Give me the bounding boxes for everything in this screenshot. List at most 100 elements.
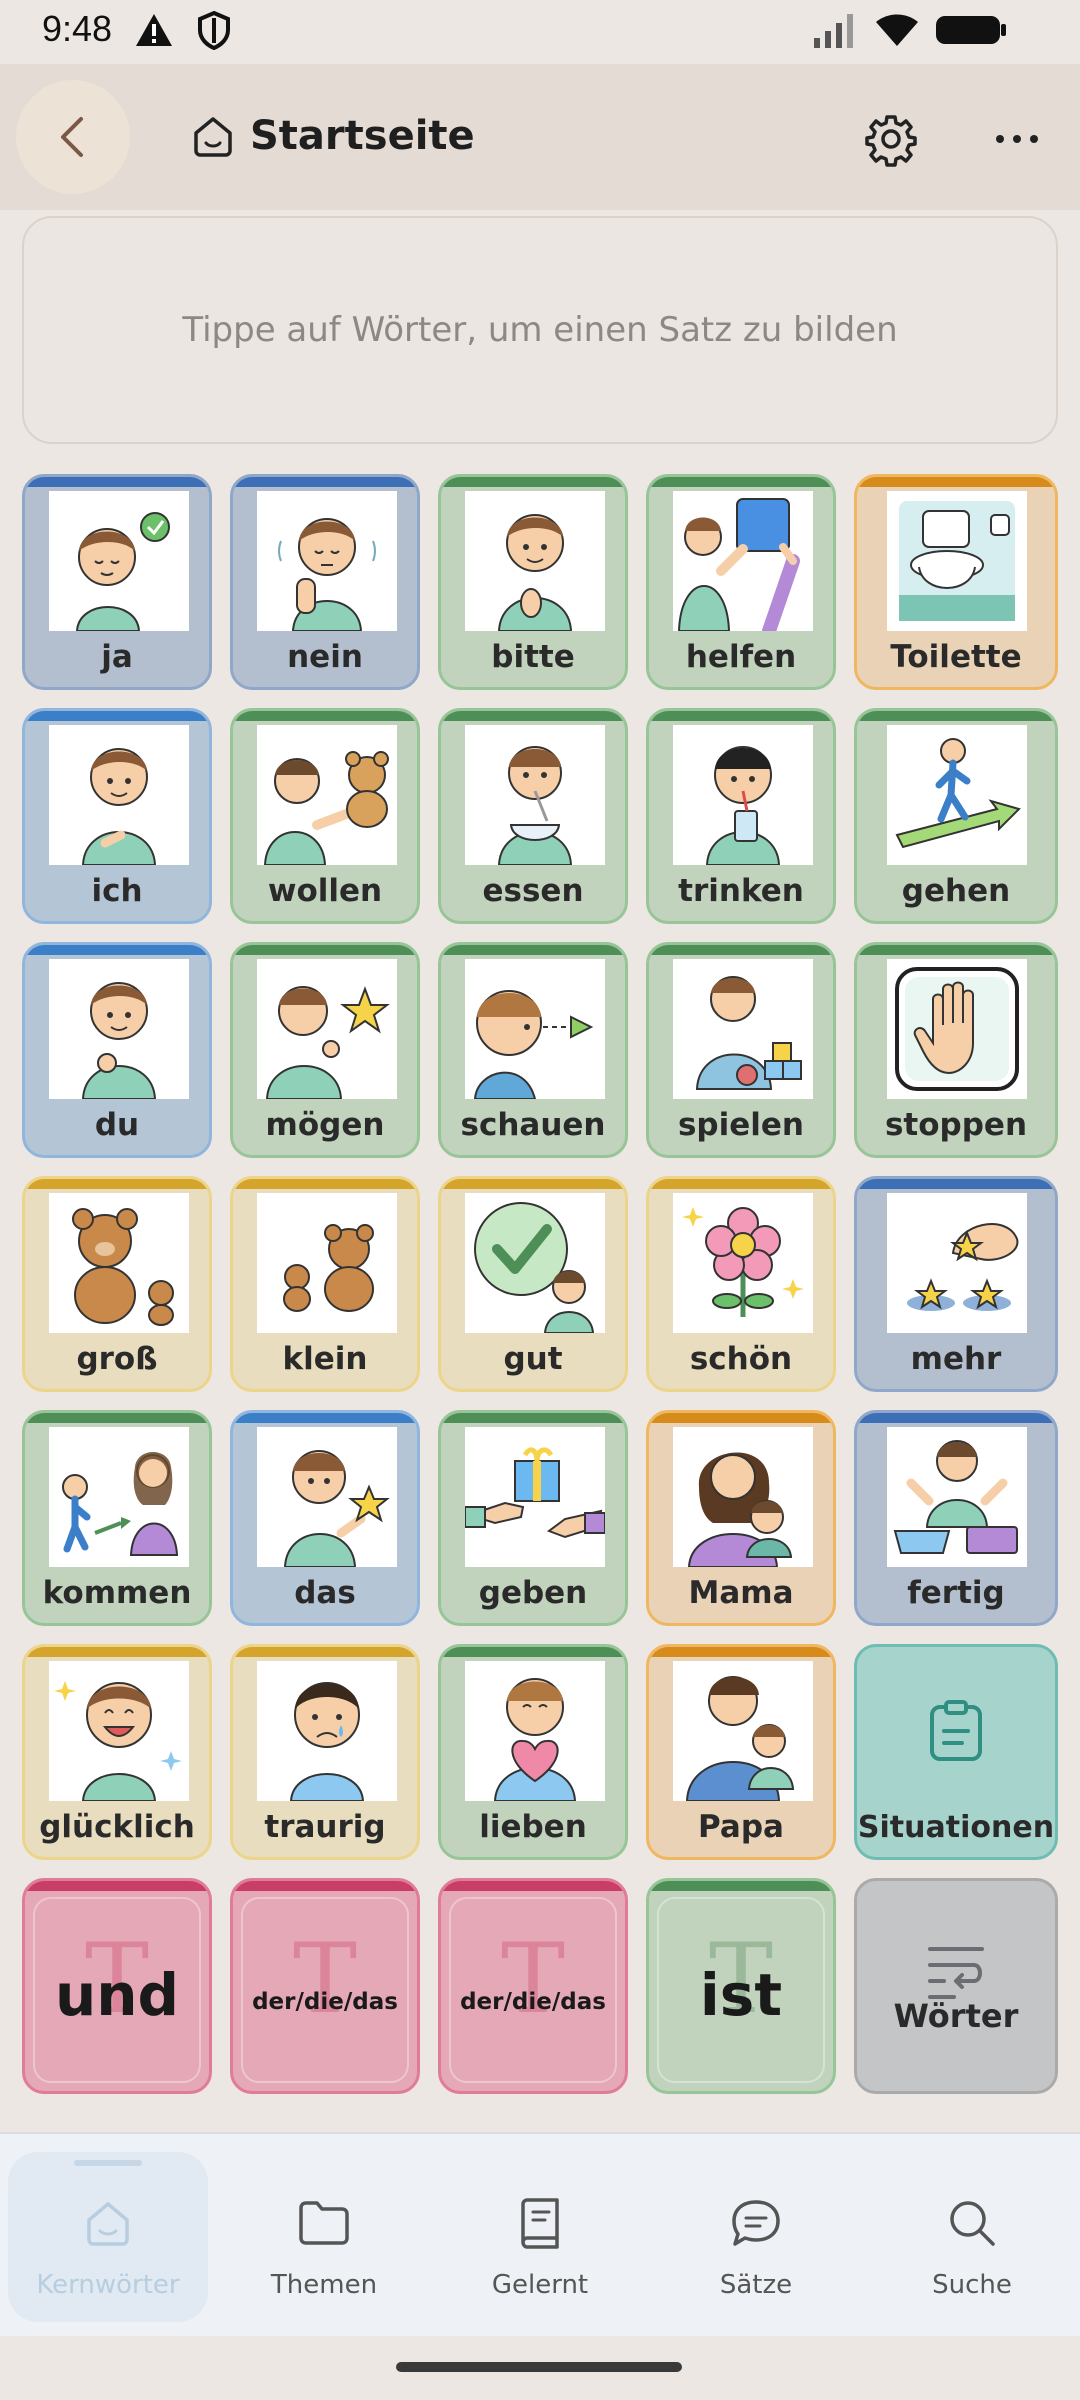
woerter-button[interactable]: Wörter bbox=[854, 1878, 1058, 2094]
nav-gelernt[interactable]: Gelernt bbox=[440, 2152, 640, 2322]
tile-label: bitte bbox=[491, 639, 575, 675]
tile-label: trinken bbox=[678, 873, 804, 909]
pictogram-schauen bbox=[465, 959, 605, 1100]
pictogram-kommen bbox=[49, 1427, 189, 1567]
tile-label: wollen bbox=[267, 873, 383, 909]
word-tile-schoen[interactable]: schön bbox=[646, 1176, 836, 1392]
bottom-navigation: Kernwörter Themen Gelernt Sätze Suche bbox=[0, 2132, 1080, 2336]
tile-label: gehen bbox=[901, 873, 1011, 909]
pictogram-stoppen bbox=[887, 959, 1027, 1099]
nav-suche[interactable]: Suche bbox=[872, 2152, 1072, 2322]
tile-label: fertig bbox=[907, 1575, 1005, 1611]
word-tile-lieben[interactable]: lieben bbox=[438, 1644, 628, 1860]
sad-child-icon bbox=[289, 1682, 365, 1802]
status-bar: 9:48 bbox=[0, 0, 1080, 64]
toilet-icon bbox=[899, 501, 1015, 621]
nav-saetze[interactable]: Sätze bbox=[656, 2152, 856, 2322]
tile-label: und bbox=[54, 1961, 180, 2029]
word-tile-schauen[interactable]: schauen bbox=[438, 942, 628, 1158]
word-tile-geben[interactable]: geben bbox=[438, 1410, 628, 1626]
nav-label: Sätze bbox=[719, 2270, 793, 2300]
more-options-button[interactable] bbox=[982, 104, 1052, 174]
tile-label: Situationen bbox=[857, 1810, 1055, 1845]
nav-kernwoerter[interactable]: Kernwörter bbox=[8, 2152, 208, 2322]
pictogram-gehen bbox=[887, 725, 1027, 865]
father-hugging-icon bbox=[685, 1676, 795, 1802]
status-time: 9:48 bbox=[42, 8, 113, 49]
word-tile-gluecklich[interactable]: glücklich bbox=[22, 1644, 212, 1860]
word-tile-gehen[interactable]: gehen bbox=[854, 708, 1058, 924]
tile-label: stoppen bbox=[884, 1107, 1028, 1143]
pictogram-moegen bbox=[257, 959, 397, 1100]
tile-label: kommen bbox=[42, 1575, 192, 1611]
mother-hugging-icon bbox=[687, 1452, 793, 1568]
situationen-button[interactable]: Situationen bbox=[854, 1644, 1058, 1860]
tile-label: Mama bbox=[688, 1575, 794, 1611]
word-tile-helfen[interactable]: helfen bbox=[646, 474, 836, 690]
clipboard-icon bbox=[930, 1700, 982, 1761]
word-tile-papa[interactable]: Papa bbox=[646, 1644, 836, 1860]
child-pointing-star-icon bbox=[283, 1450, 390, 1568]
word-tile-wollen[interactable]: wollen bbox=[230, 708, 420, 924]
pictogram-bitte bbox=[465, 491, 605, 632]
child-drinking-icon bbox=[705, 746, 781, 866]
tile-label: der/die/das bbox=[252, 1989, 398, 2015]
small-teddy-icon bbox=[283, 1224, 374, 1312]
word-tile-fertig[interactable]: fertig bbox=[854, 1410, 1058, 1626]
pictogram-spielen bbox=[673, 959, 813, 1099]
more-dots-icon bbox=[996, 135, 1038, 143]
child-coming-icon bbox=[62, 1452, 179, 1556]
word-tile-der-die-das-2[interactable]: T der/die/das bbox=[438, 1878, 628, 2094]
nav-themen[interactable]: Themen bbox=[224, 2152, 424, 2322]
word-tile-trinken[interactable]: trinken bbox=[646, 708, 836, 924]
tile-label: Wörter bbox=[893, 1997, 1019, 2035]
word-tile-und[interactable]: T und bbox=[22, 1878, 212, 2094]
tile-label: traurig bbox=[264, 1809, 386, 1845]
text-glyph-icon: T bbox=[292, 1923, 358, 2035]
tile-label: ich bbox=[91, 873, 143, 909]
pictogram-schoen bbox=[673, 1193, 813, 1333]
battery-icon bbox=[936, 16, 1006, 44]
gear-icon bbox=[865, 115, 917, 167]
pictogram-nein bbox=[257, 491, 397, 632]
tile-label: Toilette bbox=[890, 639, 1022, 675]
pictogram-traurig bbox=[257, 1661, 397, 1802]
word-tile-traurig[interactable]: traurig bbox=[230, 1644, 420, 1860]
word-tile-der-die-das-1[interactable]: T der/die/das bbox=[230, 1878, 420, 2094]
child-pointing-you-icon bbox=[81, 982, 157, 1100]
word-tile-ist[interactable]: T ist bbox=[646, 1878, 836, 2094]
pictogram-du bbox=[49, 959, 189, 1100]
word-tile-du[interactable]: du bbox=[22, 942, 212, 1158]
home-icon bbox=[87, 2202, 129, 2246]
word-tile-stoppen[interactable]: stoppen bbox=[854, 942, 1058, 1158]
word-tile-gross[interactable]: groß bbox=[22, 1176, 212, 1392]
word-tile-nein[interactable]: nein bbox=[230, 474, 420, 690]
sentence-builder-area[interactable]: Tippe auf Wörter, um einen Satz zu bilde… bbox=[22, 216, 1058, 444]
word-tile-essen[interactable]: essen bbox=[438, 708, 628, 924]
word-tile-kommen[interactable]: kommen bbox=[22, 1410, 212, 1626]
signal-icon bbox=[814, 14, 853, 48]
word-tile-spielen[interactable]: spielen bbox=[646, 942, 836, 1158]
tile-label: lieben bbox=[479, 1809, 587, 1845]
word-tile-ja[interactable]: ja bbox=[22, 474, 212, 690]
pictogram-papa bbox=[673, 1661, 813, 1802]
word-tile-ich[interactable]: ich bbox=[22, 708, 212, 924]
app-header: Startseite bbox=[0, 64, 1080, 210]
word-tile-gut[interactable]: gut bbox=[438, 1176, 628, 1392]
word-tile-toilette[interactable]: Toilette bbox=[854, 474, 1058, 690]
word-tile-mama[interactable]: Mama bbox=[646, 1410, 836, 1626]
child-wanting-teddy-icon bbox=[263, 751, 389, 866]
word-tile-das[interactable]: das bbox=[230, 1410, 420, 1626]
home-indicator[interactable] bbox=[396, 2362, 682, 2372]
back-button[interactable] bbox=[16, 80, 130, 194]
word-tile-klein[interactable]: klein bbox=[230, 1176, 420, 1392]
word-tile-moegen[interactable]: mögen bbox=[230, 942, 420, 1158]
word-tile-bitte[interactable]: bitte bbox=[438, 474, 628, 690]
tile-label: ist bbox=[699, 1961, 783, 2029]
word-tile-mehr[interactable]: mehr bbox=[854, 1176, 1058, 1392]
giving-gift-icon bbox=[464, 1447, 606, 1539]
wifi-icon bbox=[876, 14, 918, 46]
tile-label: der/die/das bbox=[460, 1989, 606, 2015]
settings-button[interactable] bbox=[856, 104, 926, 174]
tile-label: Papa bbox=[698, 1809, 784, 1845]
